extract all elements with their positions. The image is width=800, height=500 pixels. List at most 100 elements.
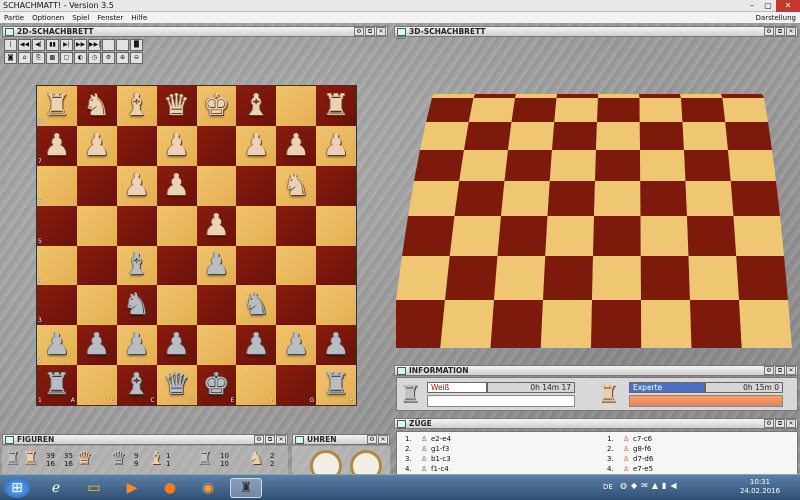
square-d1[interactable]: ♛ D [156,365,197,405]
language-indicator[interactable]: DE [603,483,613,491]
menu-darstellung[interactable]: Darstellung [752,14,800,22]
square-3d[interactable] [684,150,731,181]
square-a5[interactable]: 5 [37,205,77,246]
move-row[interactable]: 1. ♙ e2-e4 [405,434,451,443]
action-button-2[interactable]: ⎘ [32,52,45,64]
square-e7[interactable] [196,125,237,166]
panel-settings-button[interactable]: ⚙ [764,419,774,428]
dark-piece-icon[interactable]: ♟ [123,330,150,360]
square-3d[interactable] [685,181,734,216]
light-piece-icon[interactable]: ♟ [123,170,150,201]
square-h4[interactable] [316,245,356,286]
square-3d[interactable] [432,94,475,98]
browser-icon[interactable]: ◉ [192,478,224,498]
square-3d[interactable] [490,300,544,348]
square-3d[interactable] [736,256,788,300]
action-button-0[interactable]: ◙ [4,52,17,64]
square-h7[interactable]: ♟ [316,125,356,166]
panel-settings-button[interactable]: ⚙ [764,27,774,36]
square-3d[interactable] [440,300,494,348]
square-e1[interactable]: ♚ E [196,365,237,405]
panel-detach-button[interactable]: ⧉ [265,435,275,444]
light-piece-icon[interactable]: ♜ [43,90,70,121]
nav-button-8[interactable] [116,39,129,51]
square-3d[interactable] [728,150,776,181]
square-f4[interactable] [236,245,277,286]
action-button-7[interactable]: ⚙ [102,52,115,64]
volume-icon[interactable]: ◀ [670,481,676,490]
move-row[interactable]: 4. ♙ e7-e5 [607,464,653,473]
square-d3[interactable] [156,285,197,326]
square-g7[interactable]: ♟ [276,125,317,166]
square-3d[interactable] [445,256,498,300]
square-g2[interactable]: ♟ [276,325,317,366]
square-b8[interactable]: ♞ [76,86,117,126]
square-a8[interactable]: ♜ 8 [37,86,77,126]
action-button-9[interactable]: ⊖ [130,52,143,64]
panel-settings-button[interactable]: ⚙ [367,435,377,444]
square-3d[interactable] [508,122,555,150]
square-3d[interactable] [596,122,640,150]
square-c1[interactable]: ♝ C [116,365,157,405]
light-piece-icon[interactable]: ♝ [123,90,150,121]
light-piece-icon[interactable]: ♛ [163,90,190,121]
square-3d[interactable] [420,122,469,150]
move-row[interactable]: 3. ♙ d7-d6 [607,454,653,463]
dark-piece-icon[interactable]: ♟ [163,330,190,360]
tray-icon[interactable]: ◍ [620,481,627,490]
square-g4[interactable] [276,245,317,286]
square-f7[interactable]: ♟ [236,125,277,166]
panel-close-button[interactable]: ✕ [786,366,796,375]
square-e8[interactable]: ♚ [196,86,237,126]
nav-button-2[interactable]: ◀| [32,39,45,51]
square-a4[interactable]: 4 [37,245,77,286]
square-3d[interactable] [733,216,785,256]
square-d7[interactable]: ♟ [156,125,197,166]
clock[interactable]: 10:31 24.02.2016 [730,478,790,496]
menu-spiel[interactable]: Spiel [68,14,93,22]
square-f1[interactable]: F [236,365,277,405]
action-button-4[interactable]: ▢ [60,52,73,64]
square-b1[interactable]: B [76,365,117,405]
internet-explorer-icon[interactable]: ℯ [40,478,72,498]
panel-close-button[interactable]: ✕ [276,435,286,444]
square-f6[interactable] [236,165,277,206]
square-3d[interactable] [396,300,445,348]
light-piece-icon[interactable]: ♞ [83,90,110,121]
nav-button-4[interactable]: ▶| [60,39,73,51]
square-3d[interactable] [426,98,474,122]
square-b7[interactable]: ♟ [76,125,117,166]
square-c7[interactable] [116,125,157,166]
light-piece-icon[interactable]: ♟ [283,130,310,161]
light-piece-icon[interactable]: ♟ [43,130,70,161]
square-d4[interactable] [156,245,197,286]
dark-piece-icon[interactable]: ♟ [203,250,230,280]
panel-settings-button[interactable]: ⚙ [764,366,774,375]
close-button[interactable]: ✕ [776,0,800,12]
square-a6[interactable]: 6 [37,165,77,206]
square-g3[interactable] [276,285,317,326]
light-piece-icon[interactable]: ♞ [283,170,310,201]
square-b5[interactable] [76,205,117,246]
panel-close-button[interactable]: ✕ [376,27,386,36]
light-piece-icon[interactable]: ♜ [323,90,350,121]
square-e2[interactable] [196,325,237,366]
square-h1[interactable]: ♜ H [316,365,356,405]
square-3d[interactable] [459,150,508,181]
square-3d[interactable] [454,181,505,216]
square-d2[interactable]: ♟ [156,325,197,366]
square-c4[interactable]: ♝ [116,245,157,286]
square-h8[interactable]: ♜ [316,86,356,126]
square-h5[interactable] [316,205,356,246]
square-3d[interactable] [722,98,769,122]
windows-start-icon[interactable]: ⊞ [4,478,30,498]
light-piece-icon[interactable]: ♝ [243,90,270,121]
square-3d[interactable] [640,150,686,181]
square-3d[interactable] [556,94,599,98]
square-3d[interactable] [598,94,640,98]
panel-detach-button[interactable]: ⧉ [775,366,785,375]
panel-settings-button[interactable]: ⚙ [354,27,364,36]
square-c3[interactable]: ♞ [116,285,157,326]
panel-detach-button[interactable]: ⧉ [365,27,375,36]
square-h6[interactable] [316,165,356,206]
